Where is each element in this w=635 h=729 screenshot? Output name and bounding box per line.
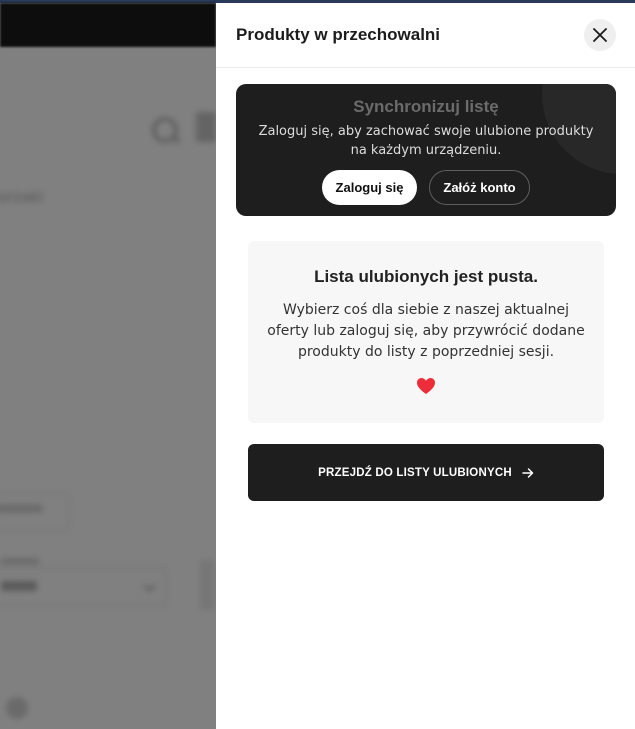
- background-field: [200, 560, 214, 610]
- empty-state-description: Wybierz coś dla siebie z naszej aktualne…: [267, 302, 585, 360]
- sync-card: Synchronizuj listę Zaloguj się, aby zach…: [236, 84, 616, 216]
- register-button[interactable]: Załóż konto: [429, 170, 530, 205]
- sync-description: Zaloguj się, aby zachować swoje ulubione…: [258, 124, 594, 158]
- background-select: [0, 568, 167, 606]
- drawer-header: Produkty w przechowalni: [216, 3, 635, 68]
- go-to-favorites-label: PRZEJDŹ DO LISTY ULUBIONYCH: [318, 466, 512, 479]
- background-button: [0, 493, 70, 531]
- background-text: lorzaki: [0, 188, 44, 206]
- close-button[interactable]: [584, 19, 616, 51]
- login-button[interactable]: Zaloguj się: [322, 170, 417, 205]
- empty-state-title: Lista ulubionych jest pusta.: [314, 267, 538, 286]
- search-icon: [150, 115, 182, 147]
- background-header: [0, 3, 216, 47]
- empty-state-card: Lista ulubionych jest pusta. Wybierz coś…: [248, 241, 604, 423]
- heart-icon: [417, 378, 435, 394]
- arrow-right-icon: [522, 467, 534, 478]
- background-field-label: [0, 558, 40, 565]
- background-glyph: [196, 112, 216, 142]
- close-icon: [593, 28, 607, 42]
- sync-title: Synchronizuj listę: [353, 97, 499, 116]
- background-avatar: [6, 697, 28, 719]
- favorites-drawer: Produkty w przechowalni Synchronizuj lis…: [216, 3, 635, 729]
- go-to-favorites-button[interactable]: PRZEJDŹ DO LISTY ULUBIONYCH: [248, 444, 604, 501]
- drawer-title: Produkty w przechowalni: [236, 25, 441, 44]
